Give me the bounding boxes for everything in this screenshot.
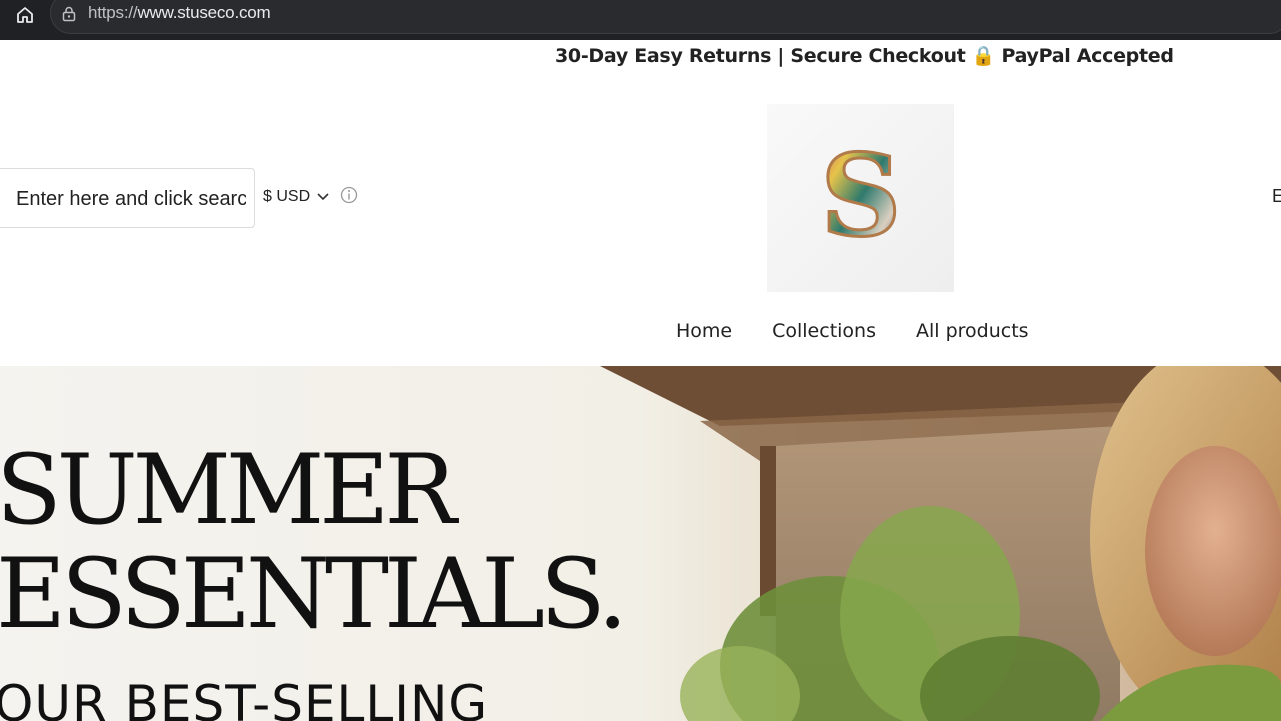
browser-toolbar: https://www.stuseco.com bbox=[0, 0, 1281, 40]
url-host: www.stuseco.com bbox=[137, 3, 271, 22]
announcement-text: 30-Day Easy Returns | Secure Checkout 🔒 … bbox=[555, 45, 1174, 67]
url-scheme: https:// bbox=[88, 3, 138, 22]
nav-item-all-products[interactable]: All products bbox=[916, 320, 1029, 342]
url-text[interactable]: https://www.stuseco.com bbox=[88, 3, 271, 23]
nav-item-collections[interactable]: Collections bbox=[772, 320, 876, 342]
nav-item-home[interactable]: Home bbox=[676, 320, 732, 342]
store-logo[interactable]: S bbox=[767, 104, 954, 292]
hero-title: SUMMER ESSENTIALS. bbox=[0, 434, 628, 650]
search-input[interactable] bbox=[16, 186, 246, 212]
home-icon[interactable] bbox=[12, 4, 38, 26]
currency-selector[interactable]: $ USD bbox=[263, 185, 330, 209]
search-box[interactable] bbox=[0, 168, 255, 228]
logo-letter: S bbox=[820, 143, 901, 253]
lock-icon[interactable] bbox=[60, 5, 78, 23]
main-nav: Home Collections All products bbox=[676, 320, 1029, 342]
hero-subtitle: OUR BEST-SELLING bbox=[0, 675, 489, 721]
header-right-text[interactable]: E bbox=[1272, 186, 1281, 207]
chevron-down-icon bbox=[317, 193, 329, 201]
info-icon[interactable] bbox=[340, 186, 358, 204]
currency-label: $ USD bbox=[263, 188, 311, 205]
hero-title-line-2: ESSENTIALS. bbox=[0, 538, 628, 650]
hero-title-line-1: SUMMER bbox=[0, 434, 457, 546]
hero-banner[interactable]: SUMMER ESSENTIALS. OUR BEST-SELLING bbox=[0, 366, 1281, 721]
logo-monogram: S bbox=[819, 143, 903, 253]
